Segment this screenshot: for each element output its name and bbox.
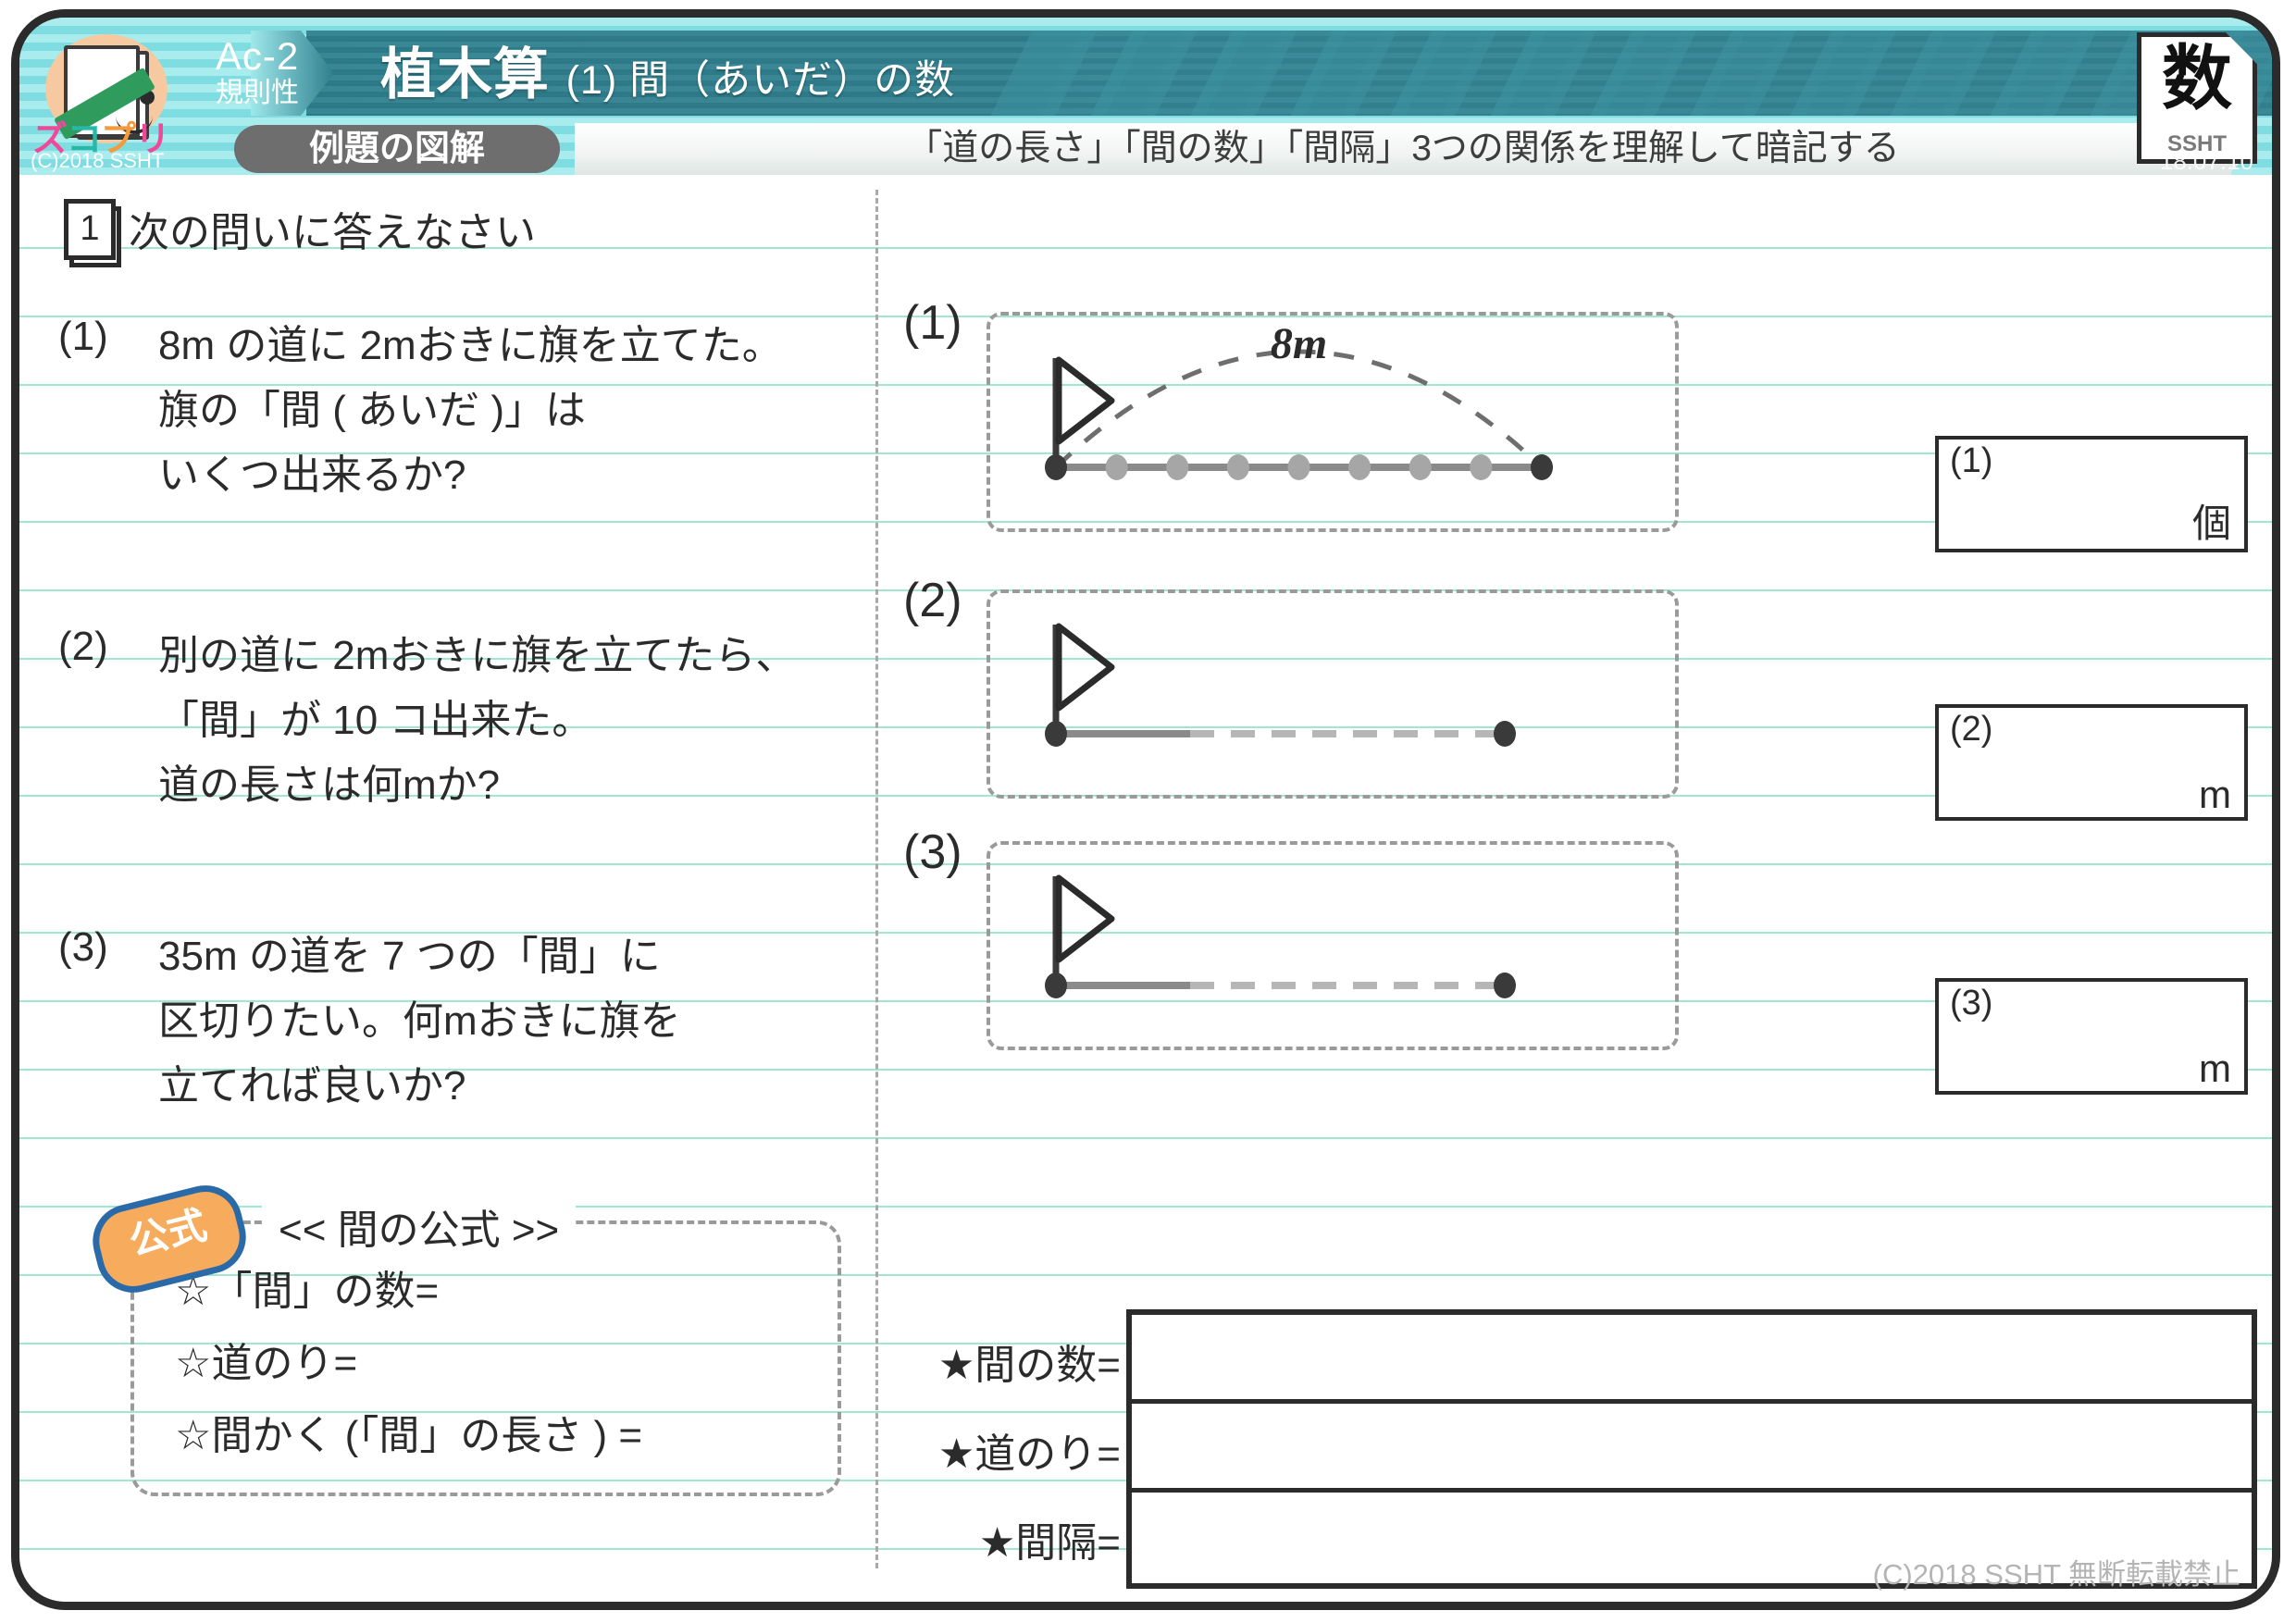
formula-line: ☆間かく (「間」の長さ ) = [175, 1413, 643, 1458]
question-index: (2) [58, 624, 108, 669]
diagram-panel [987, 312, 1679, 532]
answer-box-index: (3) [1950, 984, 1993, 1022]
diagram-label: (1) [903, 296, 962, 350]
rule-line [19, 1137, 2272, 1139]
section-badge: 例題の図解 [234, 125, 560, 173]
page-title-sub: (1) 間（あいだ）の数 [565, 58, 956, 103]
question-item: (3) 35m の道を 7 つの「間」に 区切りたい。何mおきに旗を 立てれば良いか? [58, 924, 854, 1119]
worksheet-page: ズコプリ (C)2018 SSHT Ac-2 規則性 植木算 (1) 間（あいだ… [0, 0, 2296, 1623]
question-item: (2) 別の道に 2mおきに旗を立てたら、 「間」が 10 コ出来た。 道の長さは何m… [58, 624, 854, 818]
lesson-code: Ac-2 規則性 [179, 36, 336, 116]
answer-box-index: (1) [1950, 441, 1993, 480]
summary-table [1126, 1309, 2257, 1589]
question-line: 旗の「間 ( あいだ )」は [158, 388, 586, 433]
subject-badge-kanji: 数 [2162, 40, 2232, 118]
question-line: 「間」が 10 コ出来た。 [158, 698, 593, 743]
header-subrow: 例題の図解 「道の長さ」「間の数」「間隔」3つの関係を理解して暗記する [19, 121, 2272, 175]
revision-date: 18.07.10 [2159, 147, 2253, 175]
lesson-code-sub: 規則性 [216, 78, 299, 108]
question-line: いくつ出来るか? [158, 452, 466, 498]
answer-box-unit: m [2199, 773, 2231, 816]
question-line: 8m の道に 2mおきに旗を立てた。 [158, 323, 783, 368]
summary-row-label: ★道のり= [937, 1431, 1121, 1477]
page-frame: ズコプリ (C)2018 SSHT Ac-2 規則性 植木算 (1) 間（あいだ… [11, 9, 2280, 1610]
question-item: (1) 8m の道に 2mおきに旗を立てた。 旗の「間 ( あいだ )」は いくつ出来… [58, 314, 854, 508]
diagram-panel [987, 589, 1679, 799]
logo-copyright: (C)2018 SSHT [31, 149, 165, 172]
answer-box-unit: 個 [2191, 502, 2231, 545]
formula-badge-label: 公式 [124, 1202, 211, 1264]
question-line: 道の長さは何mか? [158, 762, 501, 808]
page-title-main: 植木算 [380, 43, 550, 105]
problem-number-badge: 1 [64, 199, 121, 267]
question-line: 区切りたい。何mおきに旗を [158, 998, 681, 1044]
lesson-code-main: Ac-2 [215, 34, 300, 78]
answer-box[interactable]: (3) m [1935, 978, 2248, 1095]
summary-row[interactable] [1132, 1404, 2252, 1493]
question-line: 別の道に 2mおきに旗を立てたら、 [158, 633, 797, 678]
question-index: (3) [58, 924, 108, 970]
footer-copyright: (C)2018 SSHT 無断転載禁止 [1872, 1558, 2240, 1591]
summary-row-label: ★間の数= [937, 1343, 1121, 1388]
subject-badge-icon: 数 SSHT [2137, 32, 2257, 164]
question-line: 35m の道を 7 つの「間」に [158, 934, 661, 979]
problem-number-value: 1 [64, 199, 116, 260]
formula-line: ☆道のり= [175, 1341, 358, 1386]
answer-box[interactable]: (2) m [1935, 704, 2248, 821]
question-index: (1) [58, 314, 108, 359]
formula-title: << 間の公式 >> [262, 1196, 577, 1256]
summary-row[interactable] [1132, 1315, 2252, 1404]
diagram-label: (3) [903, 825, 962, 879]
answer-box-index: (2) [1950, 710, 1993, 749]
answer-box-unit: m [2199, 1047, 2231, 1090]
page-title: 植木算 (1) 間（あいだ）の数 [380, 36, 955, 114]
column-divider [875, 190, 878, 1568]
question-line: 立てれば良いか? [158, 1063, 466, 1109]
header-banner: ズコプリ (C)2018 SSHT Ac-2 規則性 植木算 (1) 間（あいだ… [19, 18, 2272, 175]
summary-row-label: ★間隔= [978, 1520, 1121, 1566]
answer-box[interactable]: (1) 個 [1935, 436, 2248, 552]
diagram-panel [987, 841, 1679, 1050]
diagram-label: (2) [903, 574, 962, 627]
subtitle-text: 「道の長さ」「間の数」「間隔」3つの関係を理解して暗記する [906, 129, 1900, 168]
problem-instruction: 次の問いに答えなさい [129, 210, 536, 255]
